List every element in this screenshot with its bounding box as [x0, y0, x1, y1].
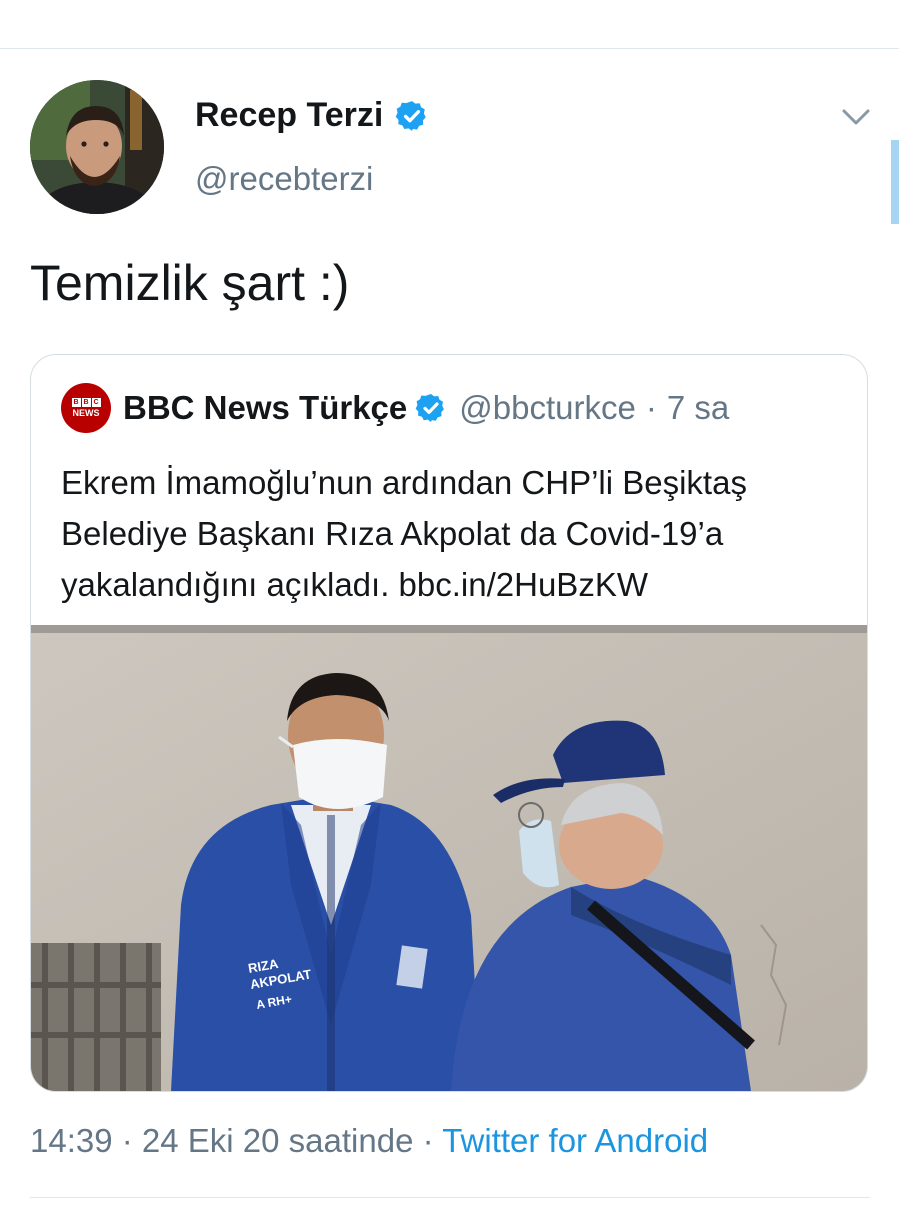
bbc-logo-blocks: B B C — [71, 398, 101, 407]
author-name-row[interactable]: Recep Terzi — [195, 96, 429, 135]
bbc-logo-letter: B — [71, 398, 81, 407]
quoted-author-name[interactable]: BBC News Türkçe — [123, 389, 407, 427]
quoted-tweet-text: Ekrem İmamoğlu’nun ardından CHP’li Beşik… — [61, 464, 747, 603]
tweet-text: Temizlik şart :) — [30, 255, 350, 311]
quoted-author-handle[interactable]: @bbcturkce — [459, 389, 636, 427]
quoted-tweet-header: B B C NEWS BBC News Türkçe @bbcturkce · … — [61, 383, 729, 433]
more-options-button[interactable] — [841, 104, 871, 130]
quoted-tweet-image[interactable]: RIZA AKPOLAT A RH+ — [31, 625, 867, 1091]
news-photo: RIZA AKPOLAT A RH+ — [31, 625, 867, 1091]
separator-dot: · — [422, 1122, 434, 1159]
bbc-news-logo[interactable]: B B C NEWS — [61, 383, 111, 433]
scroll-indicator[interactable] — [891, 140, 899, 224]
bbc-logo-letter: B — [81, 398, 91, 407]
bbc-logo-letter: C — [91, 398, 101, 407]
separator-dot: · — [645, 389, 657, 426]
quoted-tweet-card[interactable]: B B C NEWS BBC News Türkçe @bbcturkce · … — [30, 354, 868, 1092]
avatar-photo — [30, 80, 164, 214]
verified-badge-icon — [396, 100, 427, 131]
author-name[interactable]: Recep Terzi — [195, 96, 383, 135]
quoted-time-ago[interactable]: 7 sa — [667, 389, 729, 427]
top-divider — [0, 48, 899, 49]
tweet-timestamp[interactable]: 14:39 · 24 Eki 20 saatinde — [30, 1122, 413, 1159]
verified-badge-icon — [415, 394, 445, 422]
avatar[interactable] — [30, 80, 164, 214]
bottom-divider — [30, 1197, 870, 1198]
author-handle[interactable]: @recebterzi — [195, 160, 373, 198]
bbc-logo-news-text: NEWS — [72, 408, 100, 418]
tweet-source-link[interactable]: Twitter for Android — [442, 1122, 708, 1159]
tweet-meta: 14:39 · 24 Eki 20 saatinde · Twitter for… — [30, 1122, 708, 1160]
chevron-down-icon — [842, 109, 870, 125]
